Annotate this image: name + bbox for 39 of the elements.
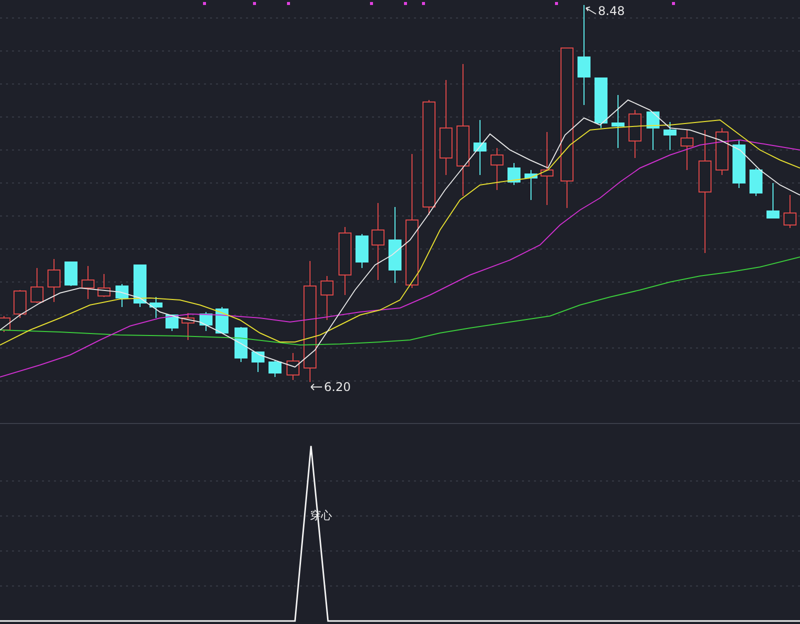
- candlestick: [490, 148, 504, 190]
- candlestick: [338, 226, 352, 296]
- candlestick: [286, 352, 300, 380]
- candlestick: [766, 182, 780, 218]
- arrow-icon: [586, 6, 596, 14]
- candlestick: [82, 266, 94, 300]
- candlestick: [252, 352, 264, 372]
- candlestick: [750, 168, 762, 196]
- candlestick: [200, 312, 212, 332]
- candlestick: [524, 170, 538, 200]
- candlestick: [320, 276, 334, 320]
- candlestick: [234, 326, 248, 362]
- candlestick: [732, 140, 746, 188]
- candlestick: [646, 112, 660, 150]
- candlestick: [680, 130, 694, 170]
- candlestick: [612, 94, 624, 148]
- candlestick: [150, 296, 162, 318]
- candlestick: [356, 234, 368, 268]
- candlestick: [98, 274, 110, 298]
- high-price-label: 8.48: [598, 4, 625, 18]
- candlestick: [48, 258, 60, 302]
- candlestick: [784, 194, 796, 228]
- candlestick: [14, 290, 26, 318]
- low-price-label: 6.20: [324, 380, 351, 394]
- candlestick: [716, 128, 728, 176]
- candlestick: [628, 110, 642, 158]
- candlestick: [594, 78, 608, 128]
- candlestick: [166, 314, 178, 332]
- candlestick: [664, 122, 676, 150]
- candlestick: [30, 268, 44, 304]
- candlestick: [116, 284, 128, 308]
- candlestick: [508, 162, 520, 186]
- candlestick: [64, 262, 78, 286]
- candlestick: [268, 360, 282, 378]
- candlestick: [182, 312, 194, 340]
- candlestick: [134, 264, 146, 308]
- candlestick: [474, 120, 486, 176]
- candlestick: [216, 306, 228, 334]
- arrow-icon: [310, 384, 322, 390]
